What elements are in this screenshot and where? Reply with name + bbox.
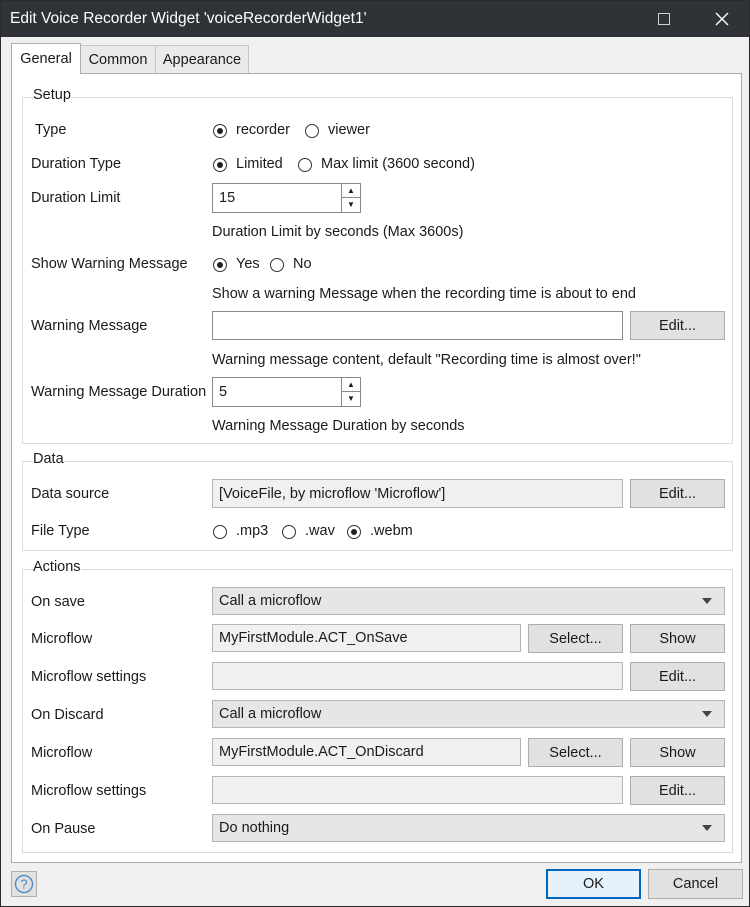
ok-button[interactable]: OK bbox=[546, 869, 641, 899]
on-pause-value: Do nothing bbox=[219, 820, 290, 836]
title-bar: Edit Voice Recorder Widget 'voiceRecorde… bbox=[1, 1, 749, 37]
microflow-discard-value: MyFirstModule.ACT_OnDiscard bbox=[219, 744, 424, 760]
type-viewer-label[interactable]: viewer bbox=[328, 122, 370, 138]
on-discard-value: Call a microflow bbox=[219, 706, 322, 722]
warning-message-input[interactable] bbox=[212, 311, 623, 340]
duration-limit-value: 15 bbox=[219, 190, 236, 206]
show-warning-yes-radio[interactable] bbox=[213, 258, 227, 272]
microflow-save-show-button[interactable]: Show bbox=[630, 624, 725, 653]
svg-text:?: ? bbox=[20, 877, 27, 892]
microflow-save-value: MyFirstModule.ACT_OnSave bbox=[219, 630, 408, 646]
duration-limit-spinner[interactable]: ▲ ▼ bbox=[341, 183, 361, 213]
data-source-edit-button[interactable]: Edit... bbox=[630, 479, 725, 508]
file-type-wav-label[interactable]: .wav bbox=[305, 523, 335, 539]
tab-appearance[interactable]: Appearance bbox=[155, 45, 249, 74]
duration-limit-input[interactable]: 15 bbox=[212, 183, 342, 213]
spin-up-icon[interactable]: ▲ bbox=[342, 184, 360, 198]
duration-maxlimit-radio[interactable] bbox=[298, 158, 312, 172]
warning-duration-label: Warning Message Duration bbox=[31, 384, 207, 400]
show-warning-no-label[interactable]: No bbox=[293, 256, 312, 272]
cancel-button[interactable]: Cancel bbox=[648, 869, 743, 899]
chevron-down-icon bbox=[702, 825, 712, 831]
on-pause-select[interactable]: Do nothing bbox=[212, 814, 725, 842]
file-type-label: File Type bbox=[31, 523, 90, 539]
duration-limited-label[interactable]: Limited bbox=[236, 156, 283, 172]
data-source-field: [VoiceFile, by microflow 'Microflow'] bbox=[212, 479, 623, 508]
close-button[interactable] bbox=[709, 7, 735, 31]
microflow-discard-label: Microflow bbox=[31, 745, 93, 761]
on-discard-label: On Discard bbox=[31, 707, 104, 723]
microflow-discard-settings-field bbox=[212, 776, 623, 804]
microflow-save-select-button[interactable]: Select... bbox=[528, 624, 623, 653]
microflow-discard-settings-label: Microflow settings bbox=[31, 783, 147, 799]
actions-group: Actions On save Call a microflow Microfl… bbox=[22, 559, 733, 853]
spin-down-icon[interactable]: ▼ bbox=[342, 392, 360, 405]
duration-type-label: Duration Type bbox=[31, 156, 122, 172]
file-type-wav-radio[interactable] bbox=[282, 525, 296, 539]
type-viewer-radio[interactable] bbox=[305, 124, 319, 138]
microflow-discard-select-button[interactable]: Select... bbox=[528, 738, 623, 767]
tab-common[interactable]: Common bbox=[80, 45, 156, 74]
warning-duration-help: Warning Message Duration by seconds bbox=[212, 418, 465, 434]
on-save-label: On save bbox=[31, 594, 85, 610]
maximize-icon bbox=[658, 13, 670, 25]
close-icon bbox=[715, 12, 729, 26]
type-recorder-radio[interactable] bbox=[213, 124, 227, 138]
on-save-value: Call a microflow bbox=[219, 593, 322, 609]
warning-message-help: Warning message content, default "Record… bbox=[212, 352, 641, 368]
microflow-discard-settings-edit-button[interactable]: Edit... bbox=[630, 776, 725, 805]
file-type-webm-radio[interactable] bbox=[347, 525, 361, 539]
microflow-save-label: Microflow bbox=[31, 631, 93, 647]
tab-general[interactable]: General bbox=[11, 43, 81, 74]
on-discard-select[interactable]: Call a microflow bbox=[212, 700, 725, 728]
warning-duration-spinner[interactable]: ▲ ▼ bbox=[341, 377, 361, 407]
microflow-save-settings-label: Microflow settings bbox=[31, 669, 147, 685]
show-warning-help: Show a warning Message when the recordin… bbox=[212, 286, 636, 302]
file-type-webm-label[interactable]: .webm bbox=[370, 523, 413, 539]
on-save-select[interactable]: Call a microflow bbox=[212, 587, 725, 615]
microflow-discard-field: MyFirstModule.ACT_OnDiscard bbox=[212, 738, 521, 766]
duration-limit-label: Duration Limit bbox=[31, 190, 121, 206]
warning-message-edit-button[interactable]: Edit... bbox=[630, 311, 725, 340]
microflow-save-settings-edit-button[interactable]: Edit... bbox=[630, 662, 725, 691]
duration-limited-radio[interactable] bbox=[213, 158, 227, 172]
setup-group: Setup Type recorder viewer Duration Type… bbox=[22, 87, 733, 444]
chevron-down-icon bbox=[702, 711, 712, 717]
data-source-label: Data source bbox=[31, 486, 110, 502]
data-group: Data Data source [VoiceFile, by microflo… bbox=[22, 451, 733, 551]
window-title: Edit Voice Recorder Widget 'voiceRecorde… bbox=[10, 10, 367, 27]
spin-down-icon[interactable]: ▼ bbox=[342, 198, 360, 211]
microflow-save-field: MyFirstModule.ACT_OnSave bbox=[212, 624, 521, 652]
help-button[interactable]: ? bbox=[11, 871, 37, 897]
warning-duration-input[interactable]: 5 bbox=[212, 377, 342, 407]
microflow-save-settings-field bbox=[212, 662, 623, 690]
file-type-mp3-label[interactable]: .mp3 bbox=[236, 523, 268, 539]
help-icon: ? bbox=[14, 874, 34, 894]
type-label: Type bbox=[35, 122, 67, 138]
type-recorder-label[interactable]: recorder bbox=[236, 122, 290, 138]
microflow-discard-show-button[interactable]: Show bbox=[630, 738, 725, 767]
data-source-value: [VoiceFile, by microflow 'Microflow'] bbox=[219, 485, 446, 502]
show-warning-label: Show Warning Message bbox=[31, 256, 188, 272]
duration-maxlimit-label[interactable]: Max limit (3600 second) bbox=[321, 156, 475, 172]
maximize-button[interactable] bbox=[651, 7, 677, 31]
spin-up-icon[interactable]: ▲ bbox=[342, 378, 360, 392]
chevron-down-icon bbox=[702, 598, 712, 604]
show-warning-no-radio[interactable] bbox=[270, 258, 284, 272]
duration-limit-help: Duration Limit by seconds (Max 3600s) bbox=[212, 224, 464, 240]
tab-panel-general: Setup Type recorder viewer Duration Type… bbox=[11, 73, 742, 863]
data-group-title: Data bbox=[33, 451, 64, 467]
warning-message-label: Warning Message bbox=[31, 318, 148, 334]
on-pause-label: On Pause bbox=[31, 821, 96, 837]
actions-group-title: Actions bbox=[33, 559, 81, 575]
dialog-window: Edit Voice Recorder Widget 'voiceRecorde… bbox=[0, 0, 750, 907]
warning-duration-value: 5 bbox=[219, 384, 228, 400]
show-warning-yes-label[interactable]: Yes bbox=[236, 256, 260, 272]
file-type-mp3-radio[interactable] bbox=[213, 525, 227, 539]
setup-group-title: Setup bbox=[33, 87, 71, 103]
